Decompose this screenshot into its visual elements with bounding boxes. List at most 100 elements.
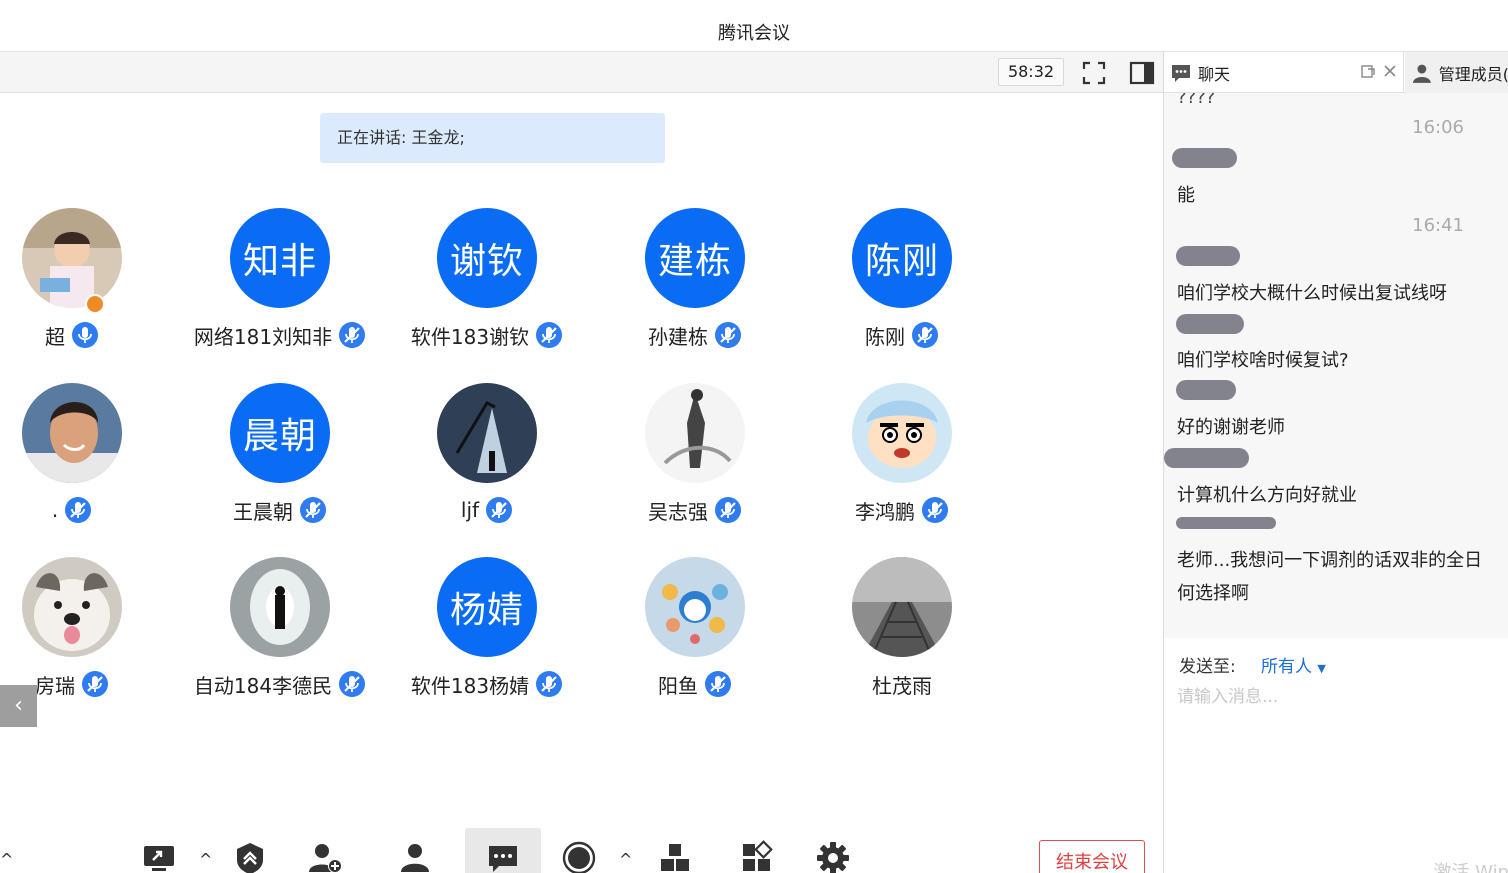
shield-icon: [237, 843, 263, 873]
invite-button[interactable]: [287, 828, 363, 873]
end-meeting-button[interactable]: 结束会议: [1039, 840, 1145, 873]
host-badge-icon: [85, 294, 105, 314]
mic-muted-icon: [82, 671, 108, 697]
chevron-up-icon[interactable]: ^: [0, 850, 13, 869]
chat-timestamp: 16:41: [1412, 215, 1464, 236]
record-icon: [562, 841, 596, 873]
dropdown-caret-icon: ▼: [1317, 662, 1326, 675]
tab-chat[interactable]: 聊天: [1164, 52, 1404, 93]
participant-tile[interactable]: 建栋 孙建栋: [595, 208, 795, 368]
prev-page-button[interactable]: ‹: [0, 685, 37, 727]
avatar-initials: 知非: [242, 241, 317, 282]
record-options-chevron-icon[interactable]: ^: [619, 850, 632, 869]
participant-tile[interactable]: 晨朝 王晨朝: [180, 383, 380, 543]
activation-watermark: 激活 Win: [1433, 862, 1508, 873]
participant-tile[interactable]: 阳鱼: [595, 557, 795, 717]
participant-tile[interactable]: 杜茂雨: [802, 557, 1002, 717]
participant-name: 房瑞: [35, 673, 75, 698]
mic-muted-icon: [536, 322, 563, 348]
participant-tile[interactable]: 知非网络181刘知非: [180, 208, 380, 368]
members-button[interactable]: [377, 828, 453, 873]
participant-avatar: 陈刚: [852, 208, 952, 308]
mic-muted-icon: [715, 497, 741, 523]
popout-icon[interactable]: [1360, 63, 1376, 79]
layout-icon: [661, 844, 689, 871]
redacted-sender: [1176, 314, 1244, 334]
participant-name: .: [51, 498, 59, 522]
participant-avatar: [437, 383, 537, 483]
screen-share-button[interactable]: [121, 828, 197, 873]
participant-avatar: 杨婧: [437, 557, 537, 657]
chat-button[interactable]: [465, 828, 541, 873]
members-icon: [401, 844, 429, 872]
participant-name-row: .: [0, 495, 172, 525]
participant-name: 李鸿鹏: [855, 499, 915, 524]
participant-avatar: 建栋: [645, 208, 745, 308]
participant-avatar: [22, 383, 122, 483]
avatar-photo: [230, 557, 330, 657]
participant-avatar: [852, 383, 952, 483]
participant-tile[interactable]: 陈刚 陈刚: [802, 208, 1002, 368]
redacted-sender: [1164, 448, 1249, 468]
avatar-photo: [437, 383, 537, 483]
chat-log[interactable]: ???? 16:06 能 16:41 咱们学校大概什么时候出复试线呀 咱们学校啥…: [1164, 93, 1508, 638]
participant-name-row: 李鸿鹏: [802, 495, 1002, 525]
record-button[interactable]: [541, 828, 617, 873]
layout-toggle-icon[interactable]: [1127, 58, 1157, 88]
participant-name: 软件183杨婧: [410, 673, 530, 698]
participant-name-row: 孙建栋: [595, 320, 795, 350]
participant-tile[interactable]: .: [0, 383, 172, 543]
message-input[interactable]: [1177, 682, 1497, 712]
participant-name: 王晨朝: [233, 499, 293, 524]
avatar-photo: [22, 208, 122, 308]
gear-icon: [817, 842, 849, 873]
panel-tabs: 聊天 管理成员(: [1164, 52, 1508, 93]
speaking-indicator: 正在讲话: 王金龙;: [320, 113, 665, 163]
chat-message: 老师...我想问一下调剂的话双非的全日: [1177, 550, 1483, 571]
mic-muted-icon: [339, 671, 366, 697]
apps-button[interactable]: [719, 828, 795, 873]
participant-name-row: ljf: [387, 495, 587, 525]
send-to-select[interactable]: 所有人 ▼: [1261, 652, 1326, 677]
window-title: 腾讯会议: [718, 23, 790, 44]
settings-button[interactable]: [795, 828, 871, 873]
share-options-chevron-icon[interactable]: ^: [199, 850, 212, 869]
participant-tile[interactable]: 李鸿鹏: [802, 383, 1002, 543]
participant-name: 自动184李德民: [193, 673, 333, 698]
avatar-photo: [852, 383, 952, 483]
participant-tile[interactable]: 超: [0, 208, 172, 368]
participant-tile[interactable]: 杨婧软件183杨婧: [387, 557, 587, 717]
chat-message: 计算机什么方向好就业: [1177, 485, 1357, 506]
redacted-sender: [1172, 148, 1237, 168]
avatar-photo: [645, 557, 745, 657]
avatar-initials: 谢钦: [449, 241, 524, 282]
participant-tile[interactable]: 自动184李德民: [180, 557, 380, 717]
participant-avatar: 晨朝: [230, 383, 330, 483]
participant-avatar: [852, 557, 952, 657]
participant-avatar: [230, 557, 330, 657]
participant-name: 吴志强: [648, 499, 708, 524]
participant-avatar: 谢钦: [437, 208, 537, 308]
participant-tile[interactable]: ljf: [387, 383, 587, 543]
participant-name: 网络181刘知非: [193, 324, 333, 349]
participant-name: 陈刚: [865, 324, 905, 349]
participant-name-row: 网络181刘知非: [180, 320, 380, 350]
participant-tile[interactable]: 谢钦 软件183谢钦: [387, 208, 587, 368]
apps-icon: [743, 840, 773, 871]
tab-members-label: 管理成员(: [1438, 64, 1508, 84]
chat-bubble-icon: [1172, 64, 1190, 82]
close-icon[interactable]: [1382, 63, 1398, 79]
participant-name-row: 自动184李德民: [180, 669, 380, 699]
fullscreen-icon[interactable]: [1079, 58, 1109, 88]
participant-tile[interactable]: 吴志强: [595, 383, 795, 543]
layout-button[interactable]: [637, 828, 713, 873]
tab-members[interactable]: 管理成员(: [1405, 52, 1508, 93]
mic-muted-icon: [339, 322, 366, 348]
security-button[interactable]: [212, 828, 288, 873]
mic-icon: [72, 322, 98, 348]
avatar-photo: [22, 383, 122, 483]
mic-muted-icon: [715, 322, 741, 348]
meeting-timer: 58:32: [998, 58, 1064, 86]
chat-timestamp: 16:06: [1412, 117, 1464, 138]
mic-muted-icon: [65, 497, 92, 523]
